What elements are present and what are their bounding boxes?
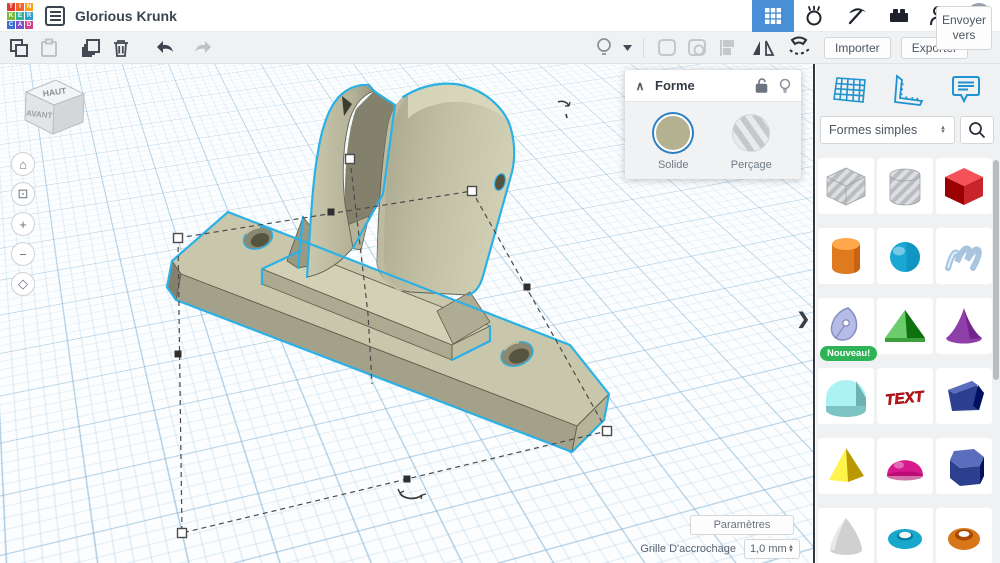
mirror-button[interactable] (748, 35, 778, 61)
perspective-toggle-button[interactable]: ◇ (11, 272, 35, 296)
shape-gallery: Nouveau! TEXT (818, 158, 992, 563)
undo-button[interactable] (150, 35, 180, 61)
rotate-handle-top[interactable] (558, 101, 570, 118)
shape-tile-torus-thick[interactable] (936, 508, 992, 563)
shape-category-select[interactable]: Formes simples ▲▼ (820, 116, 955, 144)
view-cube[interactable]: HAUT AVANT (16, 72, 92, 142)
brick-icon (888, 5, 910, 27)
shape-tile-roof[interactable] (877, 298, 933, 354)
logo-tile: I (16, 3, 24, 11)
inspector-title: Forme (655, 78, 749, 93)
shape-tile-sphere[interactable] (877, 228, 933, 284)
panel-divider (813, 64, 815, 563)
logo-tile: R (25, 12, 33, 20)
paste-button[interactable] (34, 35, 64, 61)
3d-viewport[interactable]: HAUT AVANT ⌂ ⊡ + − ◇ ∧ Forme (0, 64, 814, 563)
shape-inspector: ∧ Forme Solide (625, 70, 801, 179)
shape-tile-box[interactable] (936, 158, 992, 214)
shape-tile-paraboloid[interactable] (818, 508, 874, 563)
grid-blocks-icon (765, 8, 781, 24)
shape-tile-text[interactable]: TEXT (877, 368, 933, 424)
copy-button[interactable] (4, 35, 34, 61)
fit-view-button[interactable]: ⊡ (11, 182, 35, 206)
3d-editor-button[interactable] (752, 0, 794, 32)
logo-tile: A (16, 21, 24, 29)
shape-tile-cylinder[interactable] (818, 228, 874, 284)
search-button[interactable] (960, 116, 994, 144)
collapse-panel-icon[interactable]: ∧ (625, 79, 655, 93)
logo-tile: D (25, 21, 33, 29)
shape-tile-box-hole[interactable] (818, 158, 874, 214)
logo-tile: T (7, 3, 15, 11)
import-button[interactable]: Importer (824, 37, 891, 59)
shape-tile-pyramid[interactable] (818, 438, 874, 494)
gallery-scrollbar[interactable] (993, 160, 999, 380)
app-header: TIN KER CAD Glorious Krunk (0, 0, 1000, 32)
shape-tile-prism[interactable] (936, 438, 992, 494)
show-hide-caret[interactable] (619, 35, 635, 61)
shape-tile-scribble[interactable] (936, 228, 992, 284)
solid-swatch (654, 114, 692, 152)
workplane-tool[interactable] (830, 72, 870, 108)
shapes-sidebar: Formes simples ▲▼ Nouveau! TEXT (816, 64, 1000, 563)
zoom-in-button[interactable]: + (11, 212, 35, 236)
home-view-button[interactable]: ⌂ (11, 152, 35, 176)
notes-tool[interactable] (946, 72, 986, 108)
settings-button[interactable]: Paramètres (690, 515, 794, 535)
bulb-icon[interactable] (773, 78, 797, 94)
shape-tile-round-roof[interactable] (818, 368, 874, 424)
svg-text:TEXT: TEXT (885, 388, 927, 409)
search-icon (968, 121, 986, 139)
solid-option[interactable]: Solide (654, 114, 692, 171)
group-button[interactable] (652, 35, 682, 61)
pickaxe-icon (846, 5, 868, 27)
delete-button[interactable] (106, 35, 136, 61)
tinkercad-logo[interactable]: TIN KER CAD (7, 3, 33, 29)
magnet-snap-button[interactable] (784, 35, 814, 61)
shape-tile-torus[interactable] (877, 508, 933, 563)
minecraft-export-button[interactable] (836, 0, 878, 32)
shape-tile-polygon[interactable] (936, 368, 992, 424)
lock-icon[interactable] (749, 78, 773, 93)
align-button[interactable] (712, 35, 742, 61)
select-carets-icon: ▲▼ (940, 126, 946, 134)
rotate-handle-bottom[interactable] (398, 489, 426, 499)
shape-tile-cone[interactable] (936, 298, 992, 354)
send-to-button[interactable]: Envoyer vers (936, 6, 992, 50)
logo-tile: K (7, 12, 15, 20)
select-carets-icon: ▲▼ (788, 545, 794, 553)
hole-swatch (732, 114, 770, 152)
collapse-sidebar-handle[interactable]: ❯ (797, 309, 810, 329)
redo-button[interactable] (188, 35, 218, 61)
logo-tile: C (7, 21, 15, 29)
design-title: Glorious Krunk (75, 8, 177, 24)
ruler-tool[interactable] (888, 72, 928, 108)
ungroup-button[interactable] (682, 35, 712, 61)
brick-export-button[interactable] (878, 0, 920, 32)
model-3d[interactable] (167, 83, 609, 452)
design-menu-icon[interactable] (45, 6, 65, 26)
sim-lab-button[interactable] (794, 0, 836, 32)
logo-tile: E (16, 12, 24, 20)
shape-tile-cylinder-hole[interactable] (877, 158, 933, 214)
snap-grid-label: Grille D'accrochage (640, 543, 736, 555)
sim-lab-icon (804, 5, 826, 27)
edit-toolbar: Importer Exporter (0, 32, 1000, 64)
show-hide-button[interactable] (589, 35, 619, 61)
zoom-out-button[interactable]: − (11, 242, 35, 266)
hole-option[interactable]: Perçage (731, 114, 772, 171)
shape-tile-forme-libre[interactable]: Nouveau! (818, 298, 874, 354)
shape-tile-half-sphere[interactable] (877, 438, 933, 494)
logo-tile: N (25, 3, 33, 11)
new-badge: Nouveau! (820, 346, 877, 361)
snap-grid-select[interactable]: 1,0 mm ▲▼ (744, 539, 800, 559)
duplicate-button[interactable] (76, 35, 106, 61)
